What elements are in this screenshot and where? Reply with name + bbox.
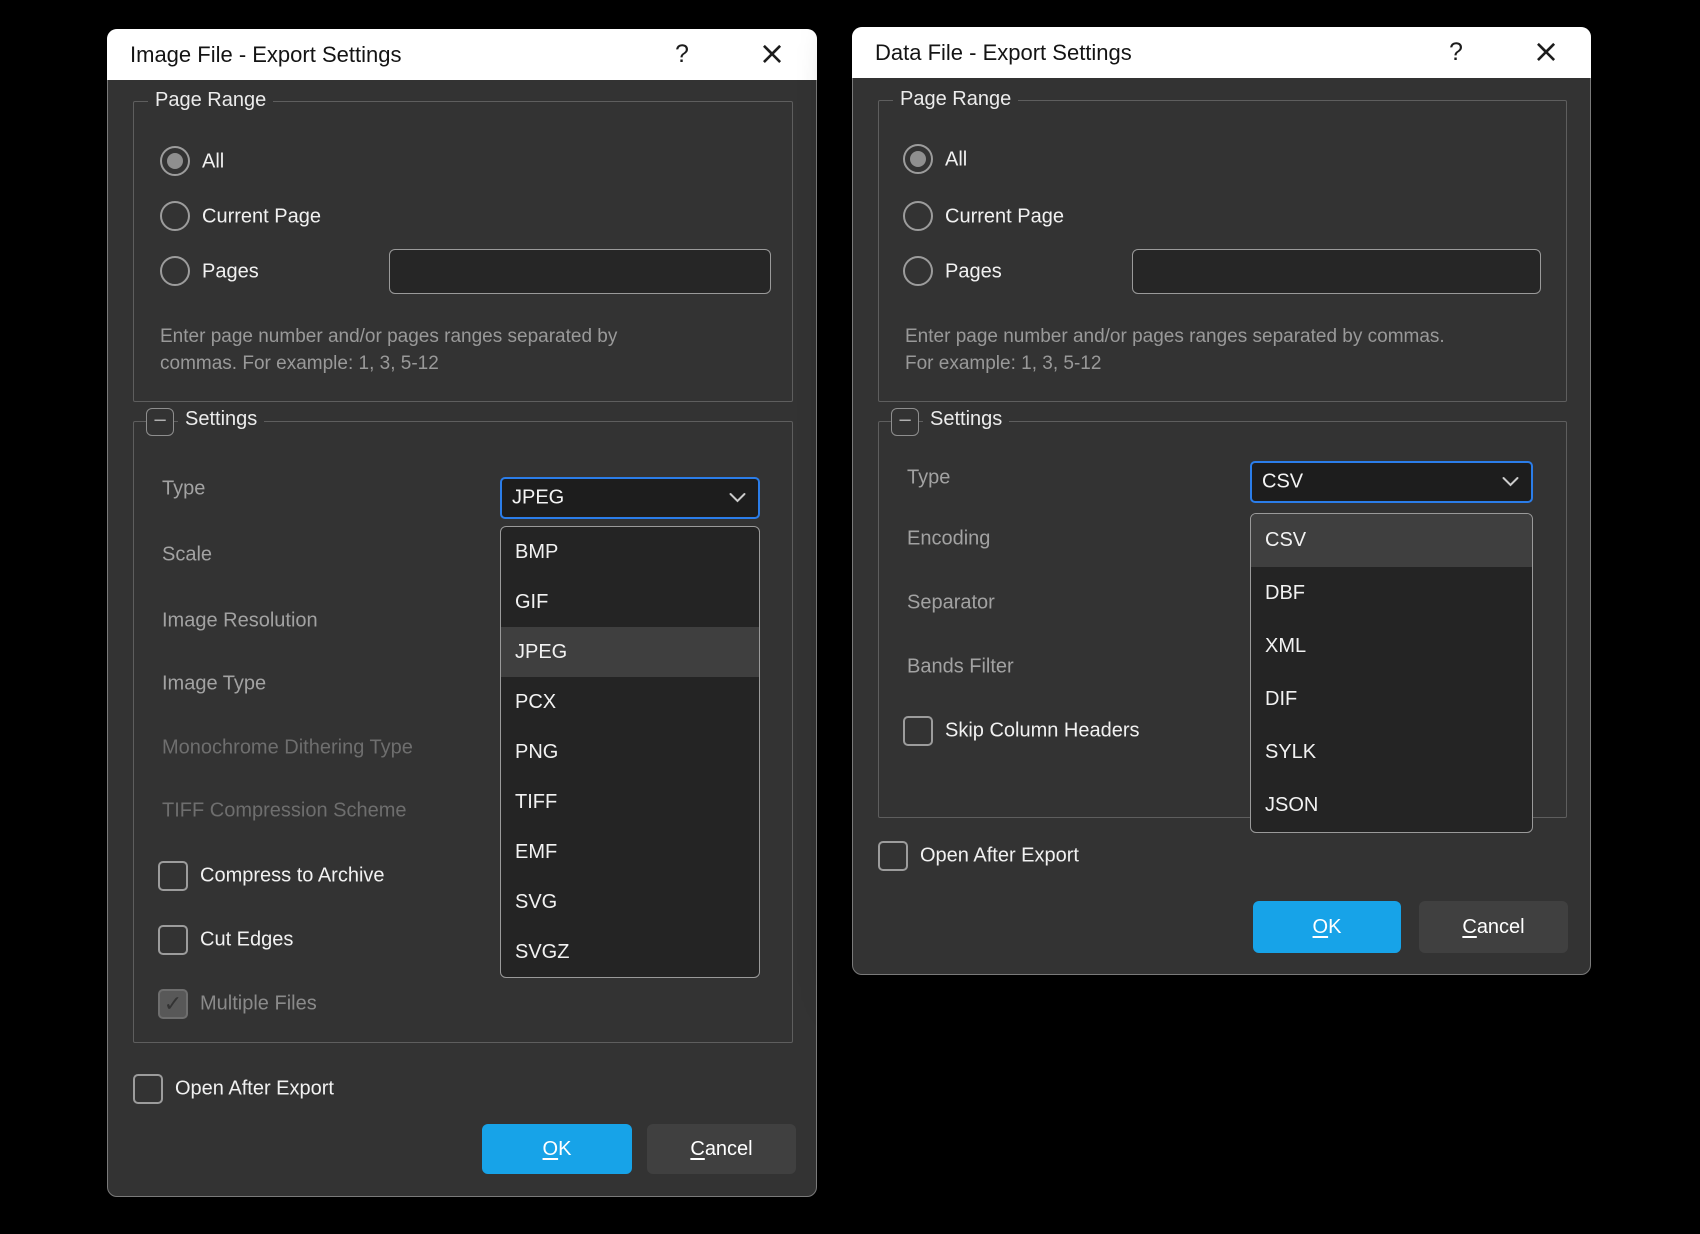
close-icon[interactable]: × xyxy=(1528,27,1564,78)
page-range-hint: Enter page number and/or pages ranges se… xyxy=(160,323,617,377)
page-range-hint: Enter page number and/or pages ranges se… xyxy=(905,323,1445,377)
image-resolution-label: Image Resolution xyxy=(162,610,318,633)
close-icon[interactable]: × xyxy=(754,29,790,80)
radio-selected-dot xyxy=(167,153,183,169)
data-export-dialog: Data File - Export Settings ? × Page Ran… xyxy=(852,27,1591,975)
image-type-label: Image Type xyxy=(162,673,266,696)
dialog-title: Data File - Export Settings xyxy=(875,27,1132,78)
skip-column-headers-checkbox[interactable] xyxy=(903,716,933,746)
pages-input[interactable] xyxy=(389,249,771,294)
cancel-rest: ancel xyxy=(705,1138,753,1160)
encoding-label: Encoding xyxy=(907,528,990,551)
mono-dithering-label: Monochrome Dithering Type xyxy=(162,737,413,760)
tiff-compression-label: TIFF Compression Scheme xyxy=(162,800,407,823)
checkmark-icon: ✓ xyxy=(164,992,182,1017)
type-combobox-value: JPEG xyxy=(512,487,564,510)
type-label: Type xyxy=(907,467,950,490)
radio-pages-label: Pages xyxy=(945,261,1002,284)
radio-pages-label: Pages xyxy=(202,261,259,284)
open-after-export-checkbox[interactable] xyxy=(878,841,908,871)
ok-button[interactable]: OK xyxy=(1253,901,1401,953)
cancel-button[interactable]: Cancel xyxy=(1419,901,1568,953)
cancel-rest: ancel xyxy=(1477,916,1525,938)
dropdown-item-json[interactable]: JSON xyxy=(1251,779,1532,832)
cut-edges-checkbox[interactable] xyxy=(158,925,188,955)
type-combobox[interactable]: CSV xyxy=(1250,461,1533,503)
dropdown-item-emf[interactable]: EMF xyxy=(501,827,759,877)
dropdown-item-tiff[interactable]: TIFF xyxy=(501,777,759,827)
dropdown-item-dif[interactable]: DIF xyxy=(1251,673,1532,726)
separator-label: Separator xyxy=(907,592,995,615)
radio-selected-dot xyxy=(910,151,926,167)
multiple-files-checkbox: ✓ xyxy=(158,989,188,1019)
dropdown-item-svgz[interactable]: SVGZ xyxy=(501,927,759,977)
image-export-dialog: Image File - Export Settings ? × Page Ra… xyxy=(107,29,817,1197)
radio-current-page[interactable] xyxy=(903,201,933,231)
cut-edges-label: Cut Edges xyxy=(200,929,293,952)
ok-button[interactable]: OK xyxy=(482,1124,632,1174)
dropdown-item-csv[interactable]: CSV xyxy=(1251,514,1532,567)
radio-pages[interactable] xyxy=(160,256,190,286)
page-range-group-label: Page Range xyxy=(148,89,273,112)
radio-all-label: All xyxy=(945,149,967,172)
radio-current-page[interactable] xyxy=(160,201,190,231)
bands-filter-label: Bands Filter xyxy=(907,656,1014,679)
title-bar[interactable]: Data File - Export Settings ? × xyxy=(852,27,1591,78)
hint-line-1: Enter page number and/or pages ranges se… xyxy=(905,323,1445,350)
collapse-icon[interactable]: − xyxy=(891,408,919,436)
radio-all[interactable] xyxy=(903,144,933,174)
ok-rest: K xyxy=(1328,916,1341,938)
radio-all[interactable] xyxy=(160,146,190,176)
pages-input[interactable] xyxy=(1132,249,1541,294)
radio-current-page-label: Current Page xyxy=(945,206,1064,229)
collapse-icon[interactable]: − xyxy=(146,408,174,436)
dropdown-item-bmp[interactable]: BMP xyxy=(501,527,759,577)
ok-accel: O xyxy=(1313,916,1329,938)
type-combobox[interactable]: JPEG xyxy=(500,477,760,519)
dropdown-item-xml[interactable]: XML xyxy=(1251,620,1532,673)
dropdown-item-pcx[interactable]: PCX xyxy=(501,677,759,727)
type-dropdown-list: BMP GIF JPEG PCX PNG TIFF EMF SVG SVGZ xyxy=(500,526,760,978)
radio-all-label: All xyxy=(202,151,224,174)
open-after-export-label: Open After Export xyxy=(920,845,1079,868)
hint-line-2: For example: 1, 3, 5-12 xyxy=(905,350,1445,377)
multiple-files-label: Multiple Files xyxy=(200,993,317,1016)
dropdown-item-jpeg[interactable]: JPEG xyxy=(501,627,759,677)
compress-to-archive-checkbox[interactable] xyxy=(158,861,188,891)
type-dropdown-list: CSV DBF XML DIF SYLK JSON xyxy=(1250,513,1533,833)
dropdown-item-gif[interactable]: GIF xyxy=(501,577,759,627)
settings-group-label: Settings xyxy=(178,408,264,431)
chevron-down-icon xyxy=(729,493,746,504)
dropdown-item-dbf[interactable]: DBF xyxy=(1251,567,1532,620)
radio-current-page-label: Current Page xyxy=(202,206,321,229)
type-combobox-value: CSV xyxy=(1262,471,1303,494)
ok-rest: K xyxy=(558,1138,571,1160)
dialog-title: Image File - Export Settings xyxy=(130,29,401,80)
open-after-export-label: Open After Export xyxy=(175,1078,334,1101)
chevron-down-icon xyxy=(1502,477,1519,488)
help-icon[interactable]: ? xyxy=(664,29,700,80)
ok-accel: O xyxy=(543,1138,559,1160)
settings-group-label: Settings xyxy=(923,408,1009,431)
hint-line-2: commas. For example: 1, 3, 5-12 xyxy=(160,350,617,377)
cancel-accel: C xyxy=(1462,916,1476,938)
page-range-group-label: Page Range xyxy=(893,88,1018,111)
type-label: Type xyxy=(162,478,205,501)
hint-line-1: Enter page number and/or pages ranges se… xyxy=(160,323,617,350)
radio-pages[interactable] xyxy=(903,256,933,286)
compress-to-archive-label: Compress to Archive xyxy=(200,865,385,888)
open-after-export-checkbox[interactable] xyxy=(133,1074,163,1104)
help-icon[interactable]: ? xyxy=(1438,27,1474,78)
cancel-accel: C xyxy=(690,1138,704,1160)
cancel-button[interactable]: Cancel xyxy=(647,1124,796,1174)
dropdown-item-svg[interactable]: SVG xyxy=(501,877,759,927)
dropdown-item-png[interactable]: PNG xyxy=(501,727,759,777)
title-bar[interactable]: Image File - Export Settings ? × xyxy=(107,29,817,80)
dropdown-item-sylk[interactable]: SYLK xyxy=(1251,726,1532,779)
scale-label: Scale xyxy=(162,544,212,567)
skip-column-headers-label: Skip Column Headers xyxy=(945,720,1140,743)
